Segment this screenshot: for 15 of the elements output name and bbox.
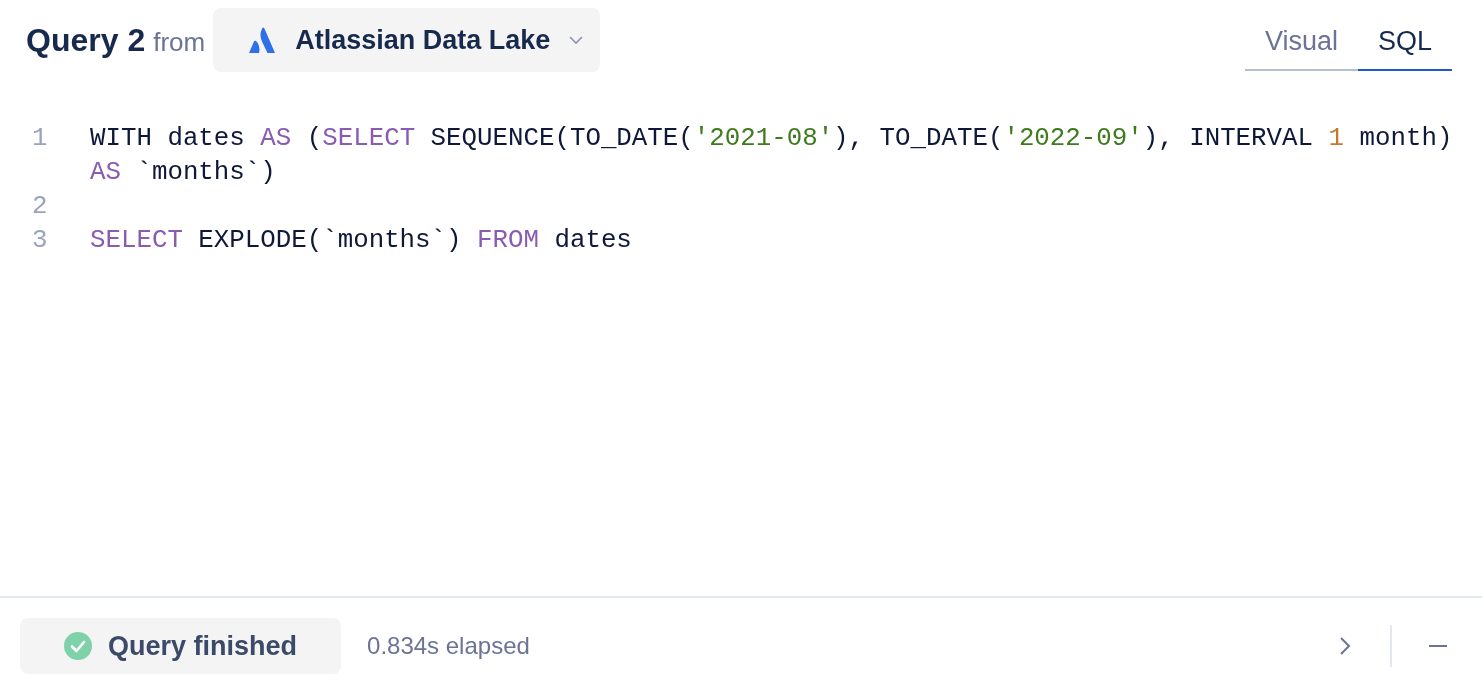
line-number: 2 <box>31 191 49 223</box>
caret-icon <box>568 35 585 45</box>
line-number: 1 <box>31 123 49 155</box>
status-label: Query finished <box>108 630 298 662</box>
view-tab[interactable]: SQL <box>1357 18 1452 71</box>
from-label: from <box>153 26 206 58</box>
data-source-dropdown[interactable]: Atlassian Data Lake <box>213 8 601 72</box>
query-title: Query 2 <box>26 21 146 59</box>
code-line: WITH dates AS (SELECT SEQUENCE(TO_DATE('2021-08'), TO_DATE('2022-09'), INTERVAL 1 month) AS `months`) <box>90 123 1453 189</box>
view-tab[interactable]: Visual <box>1244 18 1358 71</box>
triangle-logo-icon <box>247 25 278 55</box>
minus-icon <box>1428 644 1448 648</box>
code-line: SELECT EXPLODE(`months`) FROM dates <box>90 225 632 257</box>
elapsed-time: 0.834s elapsed <box>367 632 530 660</box>
line-number: 3 <box>31 225 49 257</box>
